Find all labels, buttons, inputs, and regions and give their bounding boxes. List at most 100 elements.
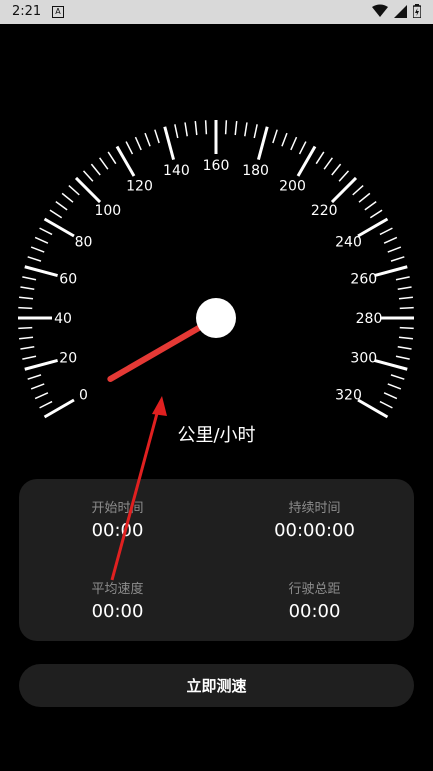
minor-tick bbox=[338, 170, 350, 182]
stats-card: 开始时间 00:00 持续时间 00:00:00 平均速度 00:00 行驶总距… bbox=[19, 479, 414, 641]
major-tick bbox=[330, 176, 358, 204]
minor-tick bbox=[68, 184, 80, 196]
minor-tick bbox=[134, 136, 142, 151]
minor-tick bbox=[22, 355, 37, 360]
minor-tick bbox=[358, 192, 371, 203]
minor-tick bbox=[397, 346, 412, 350]
major-tick bbox=[374, 265, 408, 278]
tick-label: 100 bbox=[94, 203, 121, 219]
minor-tick bbox=[55, 201, 68, 211]
minor-tick bbox=[395, 355, 410, 360]
minor-tick bbox=[20, 346, 35, 350]
minor-tick bbox=[30, 383, 45, 390]
start-measure-label: 立即测速 bbox=[186, 677, 247, 695]
minor-tick bbox=[369, 209, 383, 219]
tick-label: 260 bbox=[350, 271, 377, 287]
minor-tick bbox=[352, 184, 364, 196]
wifi-icon bbox=[372, 4, 388, 17]
minor-tick bbox=[19, 296, 34, 300]
minor-tick bbox=[90, 163, 101, 176]
minor-tick bbox=[174, 124, 179, 139]
minor-tick bbox=[281, 132, 288, 147]
minor-tick bbox=[387, 383, 402, 390]
minor-tick bbox=[331, 163, 342, 176]
avg-speed-label: 平均速度 bbox=[91, 582, 144, 597]
tick-label: 0 bbox=[79, 388, 88, 404]
minor-tick bbox=[61, 192, 74, 203]
minor-tick bbox=[253, 124, 258, 139]
minor-tick bbox=[125, 141, 134, 155]
signal-icon bbox=[394, 4, 407, 18]
minor-tick bbox=[34, 236, 49, 244]
avg-speed-value: 00:00 bbox=[91, 601, 144, 622]
tick-label: 280 bbox=[356, 311, 383, 327]
stat-distance: 行驶总距 00:00 bbox=[216, 578, 413, 622]
minor-tick bbox=[34, 392, 49, 400]
tick-label: 300 bbox=[350, 351, 377, 367]
minor-tick bbox=[387, 246, 402, 253]
minor-tick bbox=[390, 374, 405, 380]
minor-tick bbox=[364, 201, 377, 211]
distance-value: 00:00 bbox=[288, 601, 341, 622]
stat-start-time: 开始时间 00:00 bbox=[19, 497, 216, 541]
tick-label: 120 bbox=[126, 178, 153, 194]
minor-tick bbox=[27, 256, 42, 262]
minor-tick bbox=[20, 286, 35, 290]
tick-label: 160 bbox=[203, 158, 230, 174]
minor-tick bbox=[39, 400, 53, 409]
status-time: 2:21 bbox=[12, 4, 42, 19]
minor-tick bbox=[244, 122, 248, 137]
minor-tick bbox=[82, 170, 94, 182]
minor-tick bbox=[194, 121, 198, 136]
major-tick bbox=[24, 358, 58, 371]
minor-tick bbox=[18, 306, 33, 310]
duration-value: 00:00:00 bbox=[274, 520, 355, 541]
minor-tick bbox=[290, 136, 298, 151]
tick-label: 200 bbox=[279, 178, 306, 194]
minor-tick bbox=[383, 392, 398, 400]
minor-tick bbox=[379, 400, 393, 409]
tick-label: 80 bbox=[75, 235, 93, 251]
minor-tick bbox=[383, 236, 398, 244]
minor-tick bbox=[379, 227, 393, 236]
minor-tick bbox=[399, 306, 414, 310]
battery-charging-icon bbox=[413, 4, 421, 18]
minor-tick bbox=[99, 157, 109, 170]
major-tick bbox=[256, 126, 269, 160]
speed-unit-label: 公里/小时 bbox=[177, 425, 256, 446]
minor-tick bbox=[49, 209, 63, 219]
tick-label: 220 bbox=[311, 203, 338, 219]
tick-label: 180 bbox=[242, 163, 269, 179]
minor-tick bbox=[204, 120, 208, 135]
minor-tick bbox=[22, 276, 37, 281]
minor-tick bbox=[298, 141, 307, 155]
duration-label: 持续时间 bbox=[288, 501, 341, 516]
minor-tick bbox=[234, 121, 238, 136]
start-time-label: 开始时间 bbox=[91, 501, 144, 516]
minor-tick bbox=[395, 276, 410, 281]
minor-tick bbox=[18, 326, 33, 330]
major-tick bbox=[374, 358, 408, 371]
minor-tick bbox=[390, 256, 405, 262]
minor-tick bbox=[154, 129, 160, 144]
minor-tick bbox=[184, 122, 188, 137]
tick-label: 40 bbox=[54, 311, 72, 327]
distance-label: 行驶总距 bbox=[288, 582, 341, 597]
major-tick bbox=[24, 265, 58, 278]
minor-tick bbox=[19, 336, 34, 340]
minor-tick bbox=[315, 151, 325, 165]
major-tick bbox=[163, 126, 176, 160]
tick-label: 140 bbox=[163, 163, 190, 179]
start-measure-button[interactable]: 立即测速 bbox=[19, 664, 414, 707]
tick-label: 320 bbox=[335, 388, 362, 404]
minor-tick bbox=[323, 157, 333, 170]
minor-tick bbox=[398, 336, 413, 340]
minor-tick bbox=[272, 129, 278, 144]
start-time-value: 00:00 bbox=[91, 520, 144, 541]
minor-tick bbox=[144, 132, 151, 147]
stat-avg-speed: 平均速度 00:00 bbox=[19, 578, 216, 622]
notification-icon: A bbox=[52, 6, 64, 18]
needle-hub bbox=[196, 298, 236, 338]
minor-tick bbox=[27, 374, 42, 380]
status-icons bbox=[372, 4, 421, 18]
